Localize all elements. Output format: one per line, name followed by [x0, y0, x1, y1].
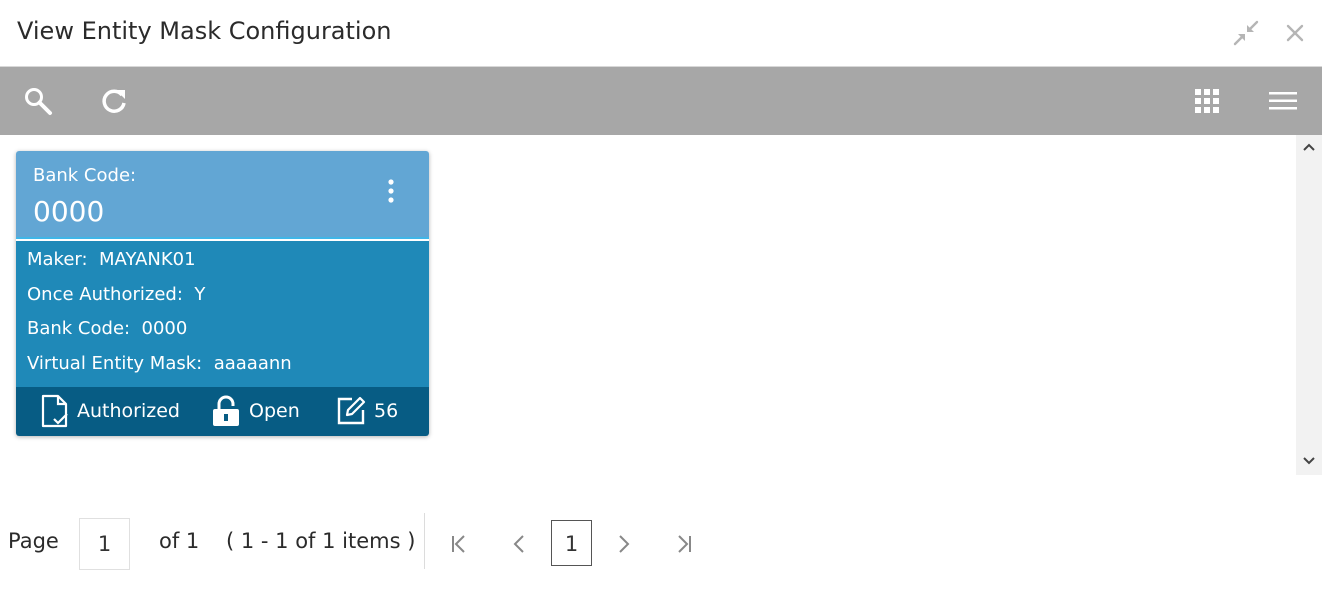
last-page-icon [678, 535, 691, 553]
record-status: Open [211, 393, 300, 429]
first-page-icon [452, 535, 465, 553]
chevron-left-icon [513, 535, 524, 553]
scroll-down-button[interactable] [1301, 453, 1317, 469]
field-virtual-entity-mask: Virtual Entity Mask: aaaaann [27, 353, 292, 374]
items-summary: ( 1 - 1 of 1 items ) [226, 529, 416, 553]
modification-count-value: 56 [374, 400, 399, 422]
field-label: Virtual Entity Mask: [27, 353, 203, 374]
close-icon [1286, 24, 1304, 42]
field-label: Bank Code: [27, 318, 131, 339]
auth-status-label: Authorized [77, 400, 180, 422]
modification-count: 56 [336, 393, 398, 429]
field-value: 0000 [141, 318, 188, 339]
page-number-input[interactable] [79, 518, 130, 570]
card-header-key: Bank Code: [33, 165, 137, 186]
card-body: Maker: MAYANK01 Once Authorized: Y Bank … [16, 241, 429, 387]
next-page-button[interactable] [612, 530, 636, 558]
pagination-bar: Page of 1 ( 1 - 1 of 1 items ) 1 [0, 475, 1322, 598]
field-label: Maker: [27, 249, 88, 270]
record-card[interactable]: Bank Code: 0000 Maker: MAYANK01 Once Aut… [16, 151, 429, 436]
card-menu-button[interactable] [380, 177, 402, 205]
last-page-button[interactable] [672, 530, 696, 558]
field-maker: Maker: MAYANK01 [27, 249, 196, 270]
field-value: MAYANK01 [99, 249, 196, 270]
auth-status: Authorized [41, 393, 180, 429]
current-page-button[interactable]: 1 [551, 520, 592, 566]
field-label: Once Authorized: [27, 284, 183, 305]
field-value: Y [194, 284, 206, 305]
window-title: View Entity Mask Configuration [17, 17, 392, 45]
kebab-menu-icon [388, 179, 394, 203]
refresh-icon [102, 89, 126, 113]
chevron-right-icon [619, 535, 630, 553]
first-page-button[interactable] [447, 530, 471, 558]
minimize-button[interactable] [1231, 18, 1261, 48]
card-header: Bank Code: 0000 [16, 151, 429, 239]
page-total-label: of 1 [159, 529, 200, 553]
field-bank-code: Bank Code: 0000 [27, 318, 187, 339]
page-label: Page [8, 529, 59, 553]
field-value: aaaaann [213, 353, 292, 374]
grid-view-button[interactable] [1190, 84, 1224, 118]
window-titlebar: View Entity Mask Configuration [0, 0, 1322, 67]
close-button[interactable] [1280, 18, 1310, 48]
list-view-button[interactable] [1266, 84, 1300, 118]
collapse-arrows-icon [1233, 20, 1259, 46]
edit-icon [337, 396, 366, 425]
search-button[interactable] [21, 84, 55, 118]
card-footer: Authorized Open 56 [16, 387, 429, 436]
previous-page-button[interactable] [507, 530, 531, 558]
field-once-authorized: Once Authorized: Y [27, 284, 205, 305]
scroll-up-button[interactable] [1301, 139, 1317, 155]
refresh-button[interactable] [97, 84, 131, 118]
pagination-divider [424, 513, 425, 569]
record-status-label: Open [249, 400, 300, 422]
authorized-document-icon [41, 394, 68, 428]
grid-icon [1195, 89, 1219, 113]
chevron-up-icon [1303, 143, 1315, 151]
card-header-value: 0000 [33, 195, 105, 228]
hamburger-icon [1269, 92, 1297, 110]
unlock-icon [213, 395, 239, 426]
chevron-down-icon [1303, 457, 1315, 465]
toolbar [0, 67, 1322, 135]
content-area: Bank Code: 0000 Maker: MAYANK01 Once Aut… [0, 135, 1296, 475]
vertical-scrollbar[interactable] [1296, 135, 1322, 475]
search-icon [25, 88, 52, 115]
